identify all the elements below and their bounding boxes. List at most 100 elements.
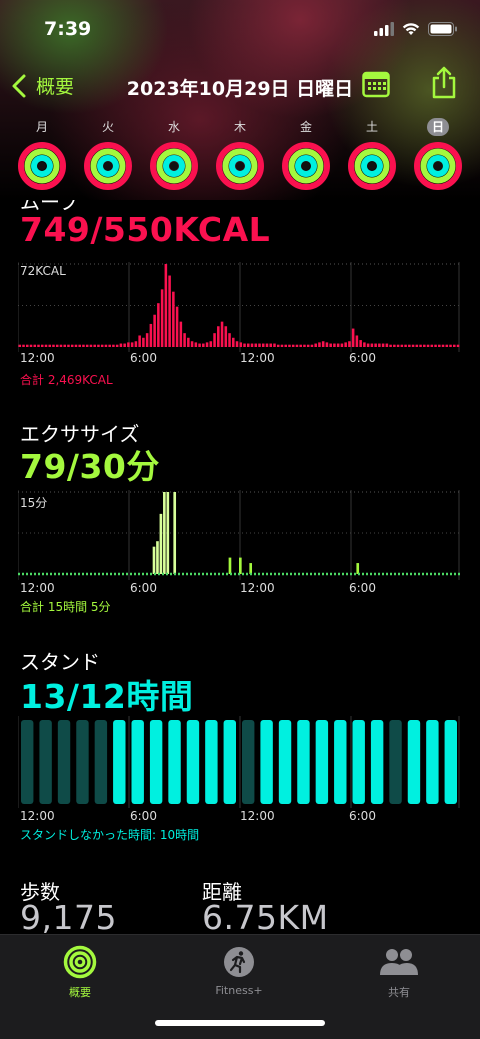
- share-button[interactable]: [430, 66, 458, 104]
- chart-bar: [456, 344, 460, 347]
- stand-hour-bar: [223, 720, 236, 804]
- day-6[interactable]: 日: [412, 118, 464, 190]
- chart-bar: [152, 546, 156, 574]
- chart-bar: [160, 289, 164, 347]
- tab-fitness-plus[interactable]: Fitness+: [189, 945, 289, 997]
- share-icon: [432, 66, 456, 99]
- chart-bar: [78, 344, 81, 347]
- tab-summary-label: 概要: [69, 986, 91, 999]
- chart-bar: [235, 341, 239, 347]
- chart-bar: [239, 342, 243, 347]
- chart-bar: [228, 557, 232, 574]
- chart-bar: [156, 541, 159, 574]
- move-x-tick-3: 12:00: [240, 351, 275, 365]
- chart-bar: [288, 344, 291, 347]
- tab-sharing[interactable]: 共有: [349, 945, 449, 1000]
- chart-bar: [441, 344, 445, 347]
- day-0[interactable]: 月: [16, 118, 68, 190]
- chart-bar: [295, 344, 299, 347]
- move-chart: [18, 262, 460, 352]
- chart-bar: [359, 340, 362, 347]
- exercise-x-tick-4: 6:00: [349, 581, 376, 595]
- chart-bar: [306, 344, 310, 347]
- week-selector: 月火 水 木 金 土 日: [16, 118, 464, 190]
- chart-bar: [175, 306, 179, 347]
- stand-hour-bar: [21, 720, 34, 804]
- tab-summary[interactable]: 概要: [30, 945, 130, 1000]
- chart-bar: [138, 335, 141, 347]
- chart-bar: [258, 343, 261, 347]
- chart-bar: [172, 291, 175, 347]
- chart-bar: [164, 264, 168, 347]
- chart-bar: [18, 344, 22, 347]
- chart-bar: [291, 344, 295, 347]
- stand-hour-bar: [168, 720, 181, 804]
- chart-bar: [166, 492, 170, 574]
- exercise-total: 合計 15時間 5分: [20, 600, 111, 614]
- chart-bar: [348, 341, 351, 347]
- day-1[interactable]: 火: [82, 118, 134, 190]
- day-label: 金: [299, 120, 312, 134]
- chart-bar: [415, 344, 419, 347]
- day-label: 水: [167, 120, 180, 134]
- chart-bar: [130, 342, 134, 347]
- tab-fitness-plus-label: Fitness+: [215, 984, 263, 997]
- chart-bar: [232, 337, 235, 347]
- chart-bar: [63, 344, 66, 347]
- stand-hour-bar: [113, 720, 126, 804]
- chart-bar: [344, 342, 347, 347]
- chart-bar: [396, 344, 400, 347]
- stand-value: 13/12時間: [20, 677, 194, 716]
- chart-bar: [209, 341, 213, 347]
- chart-bar: [134, 341, 138, 347]
- chart-bar: [363, 342, 366, 347]
- chart-bar: [168, 275, 171, 347]
- chart-bar: [333, 343, 336, 347]
- chart-bar: [239, 557, 242, 574]
- distance-value: 6.75KM: [202, 898, 329, 937]
- chart-bar: [303, 344, 306, 347]
- stand-hour-bar: [444, 720, 457, 804]
- chart-bar: [145, 333, 149, 347]
- day-3[interactable]: 木: [214, 118, 266, 190]
- stand-hour-bar: [186, 720, 200, 804]
- battery-icon: [428, 22, 457, 36]
- chart-bar: [246, 343, 250, 347]
- chart-bar: [385, 343, 389, 347]
- stand-hour-bar: [370, 720, 384, 804]
- chart-bar: [187, 337, 190, 347]
- chart-bar: [100, 344, 104, 347]
- stand-hour-bar: [242, 720, 255, 804]
- chart-bar: [393, 344, 396, 347]
- home-indicator[interactable]: [155, 1020, 325, 1026]
- chart-bar: [423, 344, 426, 347]
- calendar-button[interactable]: [362, 70, 390, 102]
- chart-bar: [381, 343, 385, 347]
- chart-bar: [336, 343, 340, 347]
- activity-rings-icon: [63, 945, 97, 979]
- chart-bar: [356, 563, 360, 574]
- exercise-x-tick-2: 6:00: [130, 581, 157, 595]
- chart-bar: [29, 344, 33, 347]
- day-4[interactable]: 金: [280, 118, 332, 190]
- day-5[interactable]: 土: [346, 118, 398, 190]
- chart-bar: [142, 337, 145, 347]
- move-max-label: 72KCAL: [20, 264, 66, 278]
- runner-icon: [224, 947, 254, 977]
- chart-bar: [276, 344, 280, 347]
- chart-bar: [438, 344, 441, 347]
- chart-bar: [314, 343, 317, 347]
- day-label: 土: [365, 120, 378, 134]
- exercise-x-tick-1: 12:00: [20, 581, 55, 595]
- chart-bar: [25, 344, 29, 347]
- chart-bar: [366, 343, 370, 347]
- chart-bar: [190, 341, 194, 347]
- activity-rings-icon: [414, 142, 462, 190]
- chart-bar: [318, 342, 321, 347]
- chart-bar: [217, 326, 220, 347]
- chart-bar: [52, 344, 55, 347]
- chart-bar: [419, 344, 422, 347]
- chart-bar: [250, 343, 254, 347]
- chart-bar: [374, 343, 377, 347]
- day-2[interactable]: 水: [148, 118, 200, 190]
